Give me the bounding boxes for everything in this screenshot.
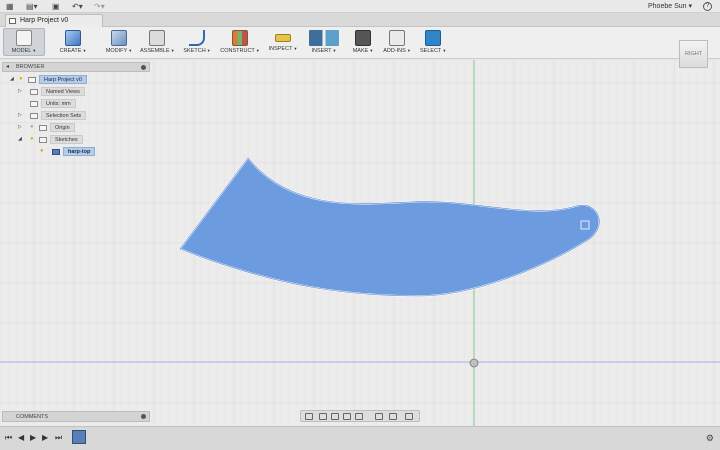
document-tab-title: Harp Project v0 [20,17,69,24]
construct-label: CONSTRUCT [220,48,255,54]
pin-icon[interactable] [141,414,146,419]
add-ins-label: ADD-INS [383,48,406,54]
workspace-label: MODEL [11,48,32,54]
select-label: SELECT [420,48,442,54]
create-label: CREATE [59,48,82,54]
workspace-switcher[interactable]: MODEL▼ [3,28,45,56]
user-menu[interactable]: Phoebe Sun ▾ [648,2,692,11]
gear-icon[interactable]: ⚙ [706,433,714,444]
document-icon [9,18,16,24]
document-tab-bar: Harp Project v0 [0,13,720,27]
redo-icon[interactable]: ↷▾ [94,2,105,11]
folder-icon [30,89,38,95]
visibility-bulb-icon[interactable]: ● [30,124,36,131]
application-bar: ▦ ▤▾ ▣ ↶▾ ↷▾ Phoebe Sun ▾ ? [0,0,720,13]
play-icon[interactable]: ▶ [30,433,36,442]
inspect-label: INSPECT [268,46,293,52]
visibility-bulb-icon[interactable]: ● [40,148,46,155]
create-menu[interactable]: CREATE▼ [58,29,88,58]
insert-image-icon [309,30,339,46]
collapse-arrow-icon[interactable]: ◢ [10,75,16,84]
inspect-menu[interactable]: INSPECT▼ [268,29,298,58]
visibility-bulb-icon[interactable]: ● [30,136,36,143]
tree-node-label: Sketches [50,135,83,144]
insert-menu[interactable]: INSERT▼ [306,29,342,58]
user-name: Phoebe Sun [647,3,687,10]
expand-arrow-icon[interactable]: ▷ [18,123,24,132]
insert-label: INSERT [311,48,332,54]
look-at-icon[interactable] [319,413,327,420]
pan-icon[interactable] [331,413,339,420]
browser-panel: ◂ BROWSER ◢ ● Harp Project v0 ▷ Named Vi… [2,62,150,162]
sketch-label: SKETCH [183,48,206,54]
make-menu[interactable]: MAKE▼ [350,29,376,58]
tree-node-label: Harp Project v0 [39,75,87,84]
orbit-icon[interactable] [305,413,313,420]
select-menu[interactable]: SELECT▼ [420,29,446,58]
browser-header[interactable]: ◂ BROWSER [2,62,150,72]
units-icon [30,101,38,107]
joint-icon [149,30,165,46]
step-back-icon[interactable]: ◀ [18,433,24,442]
expand-arrow-icon[interactable]: ▷ [18,111,24,120]
file-menu-icon[interactable]: ▤▾ [26,2,38,11]
sketch-menu[interactable]: SKETCH▼ [182,29,212,58]
ruler-icon [275,34,291,42]
comments-panel[interactable]: COMMENTS [2,411,150,422]
zoom-icon[interactable] [343,413,351,420]
navigation-bar [300,410,420,422]
undo-icon[interactable]: ↶▾ [72,2,83,11]
assemble-label: ASSEMBLE [140,48,170,54]
plane-icon [232,30,248,46]
collapse-icon[interactable]: ◂ [6,63,9,72]
tree-node-label: Origin [50,123,75,132]
visibility-bulb-icon[interactable]: ● [19,76,25,83]
go-to-start-icon[interactable]: ⏮ [5,433,12,442]
folder-icon [39,125,47,131]
construct-menu[interactable]: CONSTRUCT▼ [220,29,260,58]
sketch-feature-icon[interactable] [72,430,86,444]
assemble-menu[interactable]: ASSEMBLE▼ [140,29,175,58]
make-label: MAKE [352,48,369,54]
sketch-icon [52,149,60,155]
add-ins-menu[interactable]: ADD-INS▼ [382,29,412,58]
expand-arrow-icon[interactable]: ▷ [18,87,24,96]
document-tab[interactable]: Harp Project v0 [5,14,103,27]
select-icon [425,30,441,46]
modify-icon [111,30,127,46]
display-settings-icon[interactable] [375,413,383,420]
ribbon-toolbar: MODEL▼ CREATE▼ MODIFY▼ ASSEMBLE▼ SKETCH▼… [0,27,720,59]
modify-label: MODIFY [105,48,128,54]
viewcube[interactable]: RIGHT [679,40,708,68]
comments-title: COMMENTS [16,414,49,420]
folder-icon [30,113,38,119]
scripts-icon [389,30,405,46]
app-grid-icon[interactable]: ▦ [6,2,14,11]
3d-print-icon [355,30,371,46]
origin-icon[interactable] [469,358,479,368]
timeline: ⏮ ◀ ▶ ▶ ⏭ ⚙ [0,426,720,450]
tree-node-label: Selection Sets [41,111,87,120]
model-workspace-icon [16,30,32,46]
viewports-icon[interactable] [405,413,413,420]
tree-node-label: harp-top [63,147,96,156]
folder-icon [39,137,47,143]
box-icon [65,30,81,46]
pin-icon[interactable] [141,65,146,70]
collapse-arrow-icon[interactable]: ◢ [18,135,24,144]
grid-settings-icon[interactable] [389,413,397,420]
document-icon [28,77,36,83]
sketch-icon [189,30,205,46]
tree-node-label: Units: mm [41,99,76,108]
help-icon[interactable]: ? [703,2,712,11]
browser-title: BROWSER [16,64,45,70]
fit-icon[interactable] [355,413,363,420]
step-forward-icon[interactable]: ▶ [42,433,48,442]
tree-node-label: Named Views [41,87,85,96]
go-to-end-icon[interactable]: ⏭ [55,433,62,442]
modify-menu[interactable]: MODIFY▼ [104,29,134,58]
save-icon[interactable]: ▣ [52,2,60,11]
